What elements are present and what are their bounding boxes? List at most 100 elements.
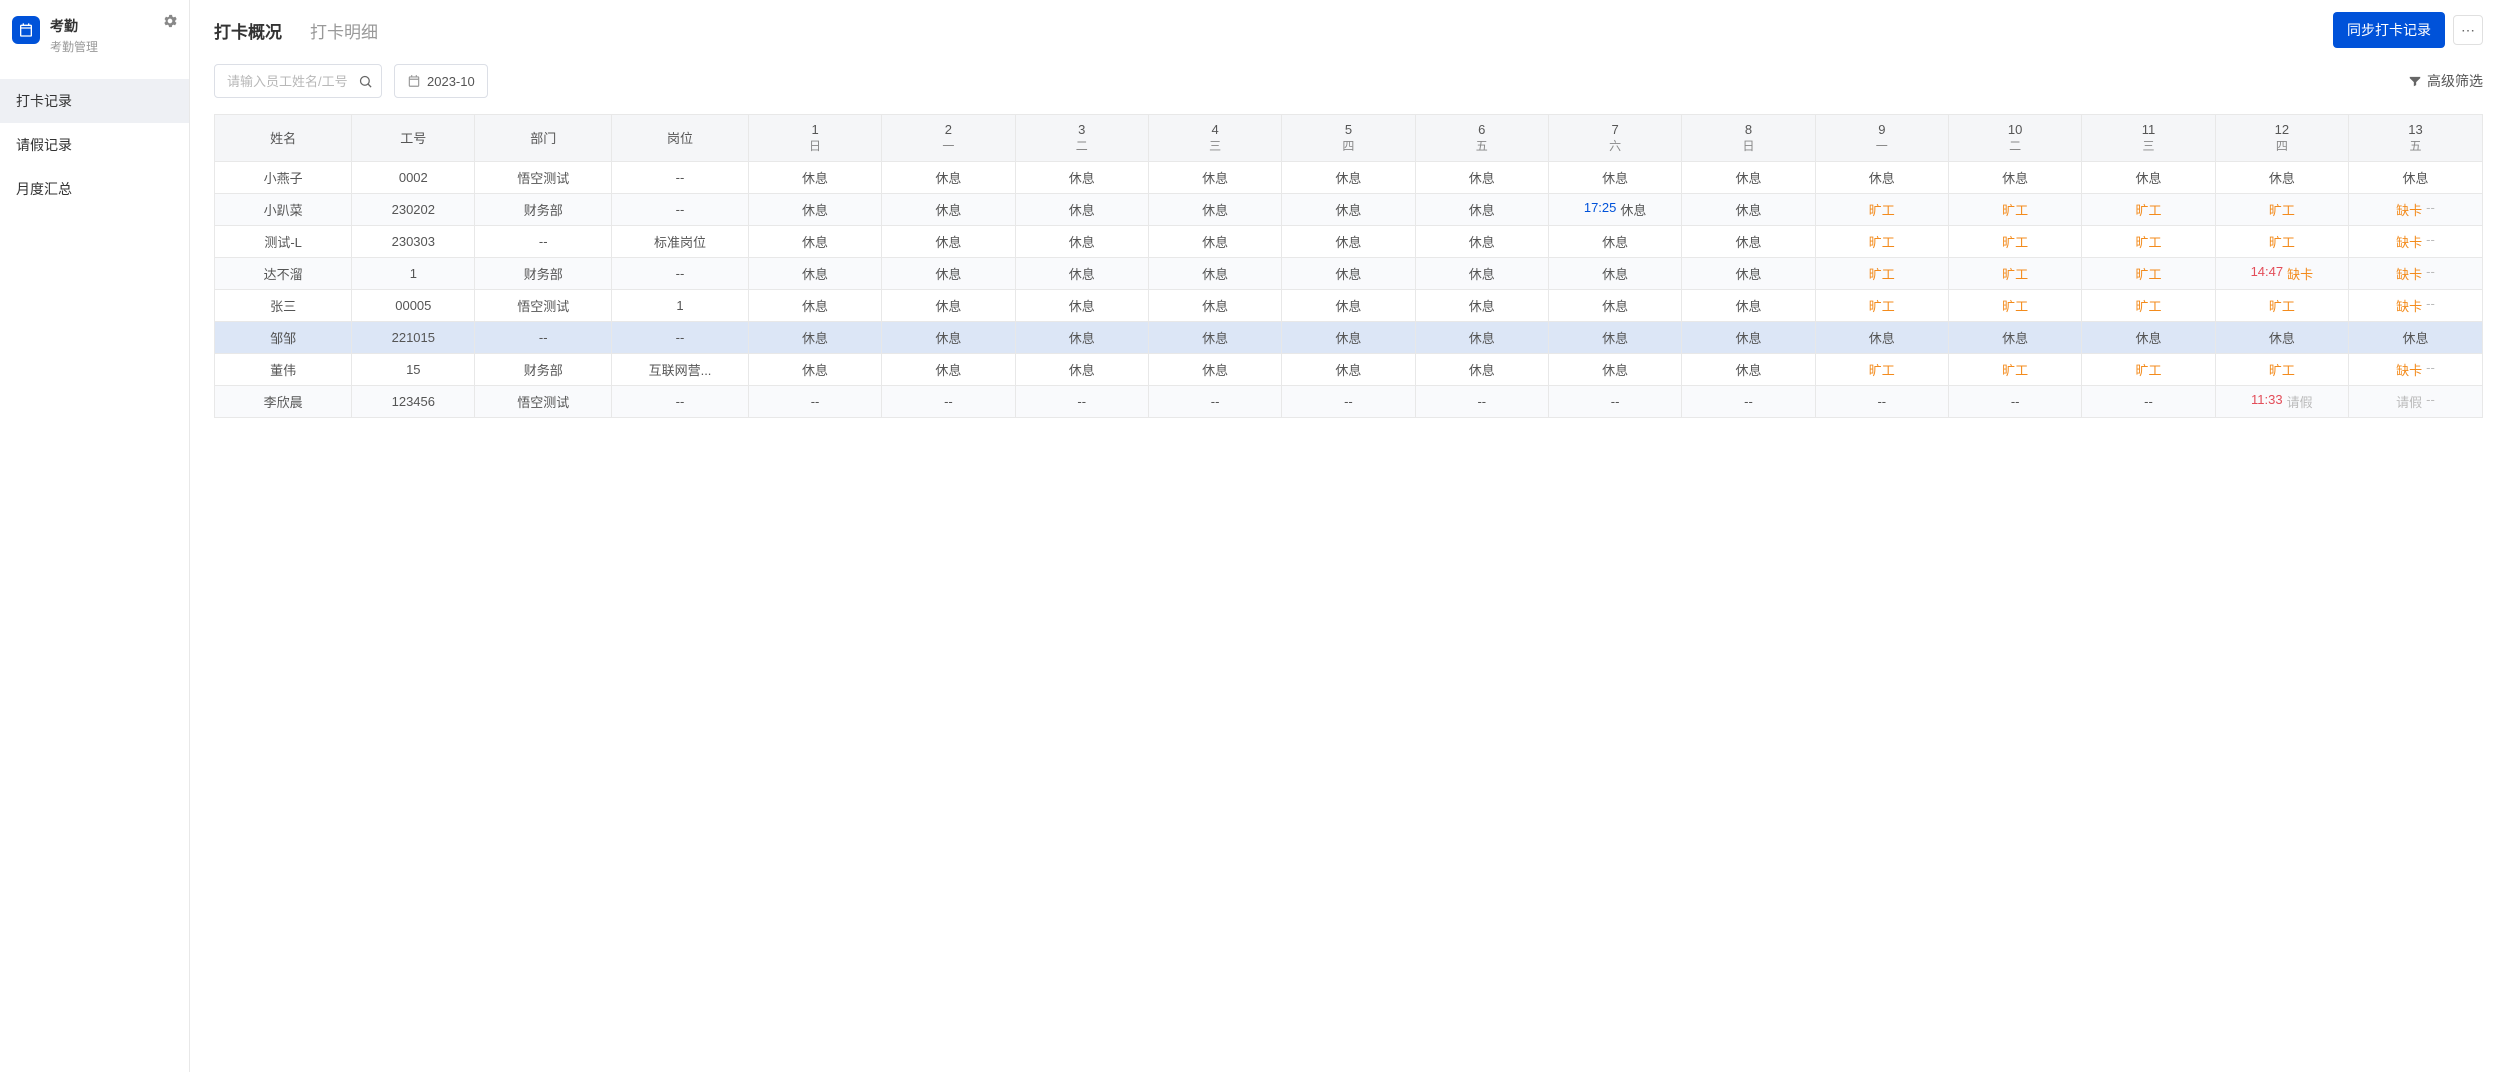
cell-day-10: 旷工: [1948, 353, 2081, 385]
col-header-day-7: 7六: [1548, 115, 1681, 161]
cell-day-11: 旷工: [2082, 257, 2215, 289]
cell-day-2: 休息: [882, 353, 1015, 385]
cell-day-2: --: [882, 385, 1015, 417]
cell-day-5: 休息: [1282, 225, 1415, 257]
table-row[interactable]: 达不溜1财务部--休息休息休息休息休息休息休息休息旷工旷工旷工14:47缺卡缺卡…: [215, 257, 2482, 289]
cell-day-12: 旷工: [2215, 353, 2348, 385]
cell-day-13: 缺卡--: [2349, 353, 2482, 385]
date-value: 2023-10: [427, 74, 475, 89]
cell-id: 1: [352, 257, 475, 289]
cell-day-9: --: [1815, 385, 1948, 417]
table-row[interactable]: 邹邹221015----休息休息休息休息休息休息休息休息休息休息休息休息休息: [215, 321, 2482, 353]
cell-day-6: 休息: [1415, 193, 1548, 225]
cell-day-3: --: [1015, 385, 1148, 417]
cell-day-4: 休息: [1148, 225, 1281, 257]
cell-day-6: 休息: [1415, 289, 1548, 321]
cell-day-11: 旷工: [2082, 353, 2215, 385]
col-header-id: 工号: [352, 115, 475, 161]
table-row[interactable]: 测试-L230303--标准岗位休息休息休息休息休息休息休息休息旷工旷工旷工旷工…: [215, 225, 2482, 257]
cell-day-9: 旷工: [1815, 289, 1948, 321]
date-picker[interactable]: 2023-10: [394, 64, 488, 98]
tab-0[interactable]: 打卡概况: [214, 18, 282, 43]
cell-day-4: 休息: [1148, 257, 1281, 289]
cell-name: 张三: [215, 289, 352, 321]
cell-day-12: 休息: [2215, 161, 2348, 193]
cell-day-5: 休息: [1282, 257, 1415, 289]
cell-day-8: 休息: [1682, 225, 1815, 257]
col-header-day-13: 13五: [2349, 115, 2482, 161]
sidebar-item-1[interactable]: 请假记录: [0, 123, 189, 167]
tab-1[interactable]: 打卡明细: [310, 18, 378, 43]
advanced-filter[interactable]: 高级筛选: [2408, 71, 2483, 91]
cell-day-8: 休息: [1682, 193, 1815, 225]
cell-pos: 标准岗位: [612, 225, 749, 257]
sidebar-item-0[interactable]: 打卡记录: [0, 79, 189, 123]
cell-dept: 悟空测试: [475, 289, 612, 321]
col-header-day-9: 9一: [1815, 115, 1948, 161]
gear-icon[interactable]: [163, 14, 177, 31]
cell-day-5: 休息: [1282, 321, 1415, 353]
cell-day-2: 休息: [882, 257, 1015, 289]
cell-day-10: 旷工: [1948, 225, 2081, 257]
cell-day-2: 休息: [882, 321, 1015, 353]
advanced-filter-label: 高级筛选: [2427, 71, 2483, 91]
cell-day-12: 14:47缺卡: [2215, 257, 2348, 289]
cell-name: 董伟: [215, 353, 352, 385]
cell-day-3: 休息: [1015, 321, 1148, 353]
tabs: 打卡概况 打卡明细 同步打卡记录 ⋯: [190, 0, 2507, 60]
cell-day-9: 休息: [1815, 321, 1948, 353]
table-row[interactable]: 张三00005悟空测试1休息休息休息休息休息休息休息休息旷工旷工旷工旷工缺卡--: [215, 289, 2482, 321]
cell-name: 测试-L: [215, 225, 352, 257]
table-row[interactable]: 李欣晨123456悟空测试------------------------11:…: [215, 385, 2482, 417]
table-row[interactable]: 董伟15财务部互联网营...休息休息休息休息休息休息休息休息旷工旷工旷工旷工缺卡…: [215, 353, 2482, 385]
cell-dept: 悟空测试: [475, 161, 612, 193]
sidebar-item-2[interactable]: 月度汇总: [0, 167, 189, 211]
cell-day-9: 旷工: [1815, 193, 1948, 225]
cell-day-13: 缺卡--: [2349, 257, 2482, 289]
table-row[interactable]: 小趴菜230202财务部--休息休息休息休息休息休息17:25休息休息旷工旷工旷…: [215, 193, 2482, 225]
main-content: 打卡概况 打卡明细 同步打卡记录 ⋯ 2023-10 高级筛选: [190, 0, 2507, 1072]
cell-id: 230303: [352, 225, 475, 257]
cell-day-6: 休息: [1415, 225, 1548, 257]
cell-day-3: 休息: [1015, 161, 1148, 193]
cell-day-6: 休息: [1415, 161, 1548, 193]
sidebar: 考勤 考勤管理 打卡记录请假记录月度汇总: [0, 0, 190, 1072]
search-button[interactable]: [348, 64, 382, 98]
cell-day-7: 休息: [1548, 161, 1681, 193]
cell-day-11: 休息: [2082, 321, 2215, 353]
cell-id: 123456: [352, 385, 475, 417]
cell-dept: --: [475, 225, 612, 257]
cell-day-4: 休息: [1148, 321, 1281, 353]
sidebar-header: 考勤 考勤管理: [0, 0, 189, 71]
sync-button[interactable]: 同步打卡记录: [2333, 12, 2445, 48]
cell-id: 00005: [352, 289, 475, 321]
cell-dept: 财务部: [475, 353, 612, 385]
col-header-day-5: 5四: [1282, 115, 1415, 161]
col-header-day-8: 8日: [1682, 115, 1815, 161]
col-header-day-12: 12四: [2215, 115, 2348, 161]
cell-day-8: 休息: [1682, 353, 1815, 385]
cell-day-13: 缺卡--: [2349, 193, 2482, 225]
table-row[interactable]: 小燕子0002悟空测试--休息休息休息休息休息休息休息休息休息休息休息休息休息: [215, 161, 2482, 193]
cell-id: 15: [352, 353, 475, 385]
cell-name: 小趴菜: [215, 193, 352, 225]
table-head: 姓名工号部门岗位1日2一3二4三5四6五7六8日9一10二11三12四13五: [215, 115, 2482, 161]
cell-name: 达不溜: [215, 257, 352, 289]
cell-day-1: 休息: [748, 161, 881, 193]
cell-day-8: --: [1682, 385, 1815, 417]
sidebar-nav: 打卡记录请假记录月度汇总: [0, 79, 189, 211]
cell-day-5: 休息: [1282, 193, 1415, 225]
cell-pos: 1: [612, 289, 749, 321]
sidebar-title: 考勤: [50, 16, 98, 36]
cell-day-10: 旷工: [1948, 193, 2081, 225]
cell-day-10: 休息: [1948, 321, 2081, 353]
cell-day-13: 休息: [2349, 321, 2482, 353]
cell-day-13: 缺卡--: [2349, 289, 2482, 321]
more-button[interactable]: ⋯: [2453, 15, 2483, 45]
cell-pos: --: [612, 257, 749, 289]
cell-day-1: 休息: [748, 193, 881, 225]
cell-day-9: 旷工: [1815, 225, 1948, 257]
cell-day-2: 休息: [882, 193, 1015, 225]
cell-day-1: 休息: [748, 353, 881, 385]
col-header-dept: 部门: [475, 115, 612, 161]
